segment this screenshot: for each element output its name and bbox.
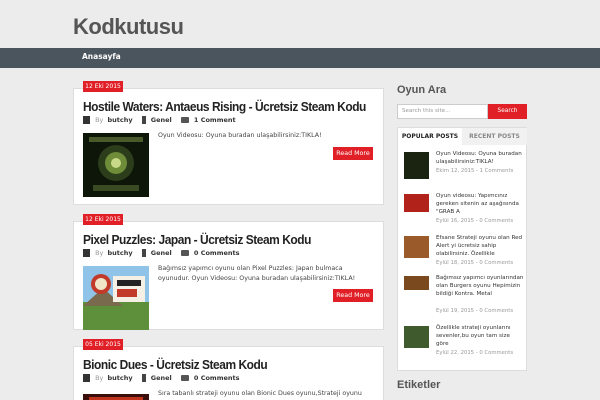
post-title[interactable]: Hostile Waters: Antaeus Rising - Ücretsi… (83, 99, 366, 114)
post-title[interactable]: Bionic Dues - Ücretsiz Steam Kodu (83, 357, 268, 372)
post-thumbnail[interactable] (83, 133, 149, 197)
by-label: By (95, 249, 104, 257)
popular-post-excerpt[interactable]: Özellikle strateji oyunlarını sevenler,b… (436, 324, 524, 348)
by-label: By (95, 116, 104, 124)
popular-post-thumbnail[interactable] (404, 276, 429, 290)
game-cover-image (83, 266, 149, 330)
nav-item-home[interactable]: Anasayfa (82, 52, 121, 61)
popular-post-thumbnail[interactable] (404, 152, 429, 179)
popular-post-item[interactable]: Özellikle strateji oyunlarını sevenler,b… (404, 324, 524, 364)
author-link[interactable]: butchy (107, 374, 132, 382)
popular-post-date: Eylül 18, 2015 - 0 Comments (436, 260, 514, 266)
post-excerpt: Bağımsız yapımcı oyunu olan Pixel Puzzle… (158, 265, 356, 282)
popular-post-date: Eylül 22, 2015 - 0 Comments (436, 350, 514, 356)
by-label: By (95, 374, 104, 382)
post-title[interactable]: Pixel Puzzles: Japan - Ücretsiz Steam Ko… (83, 232, 311, 247)
search-input[interactable]: Search this site... (397, 104, 488, 119)
category-icon (141, 116, 146, 124)
popular-post-excerpt[interactable]: Bağımsız yapımcı oyunlarından olan Burge… (436, 274, 524, 298)
site-header: Kodkutusu (0, 0, 600, 48)
category-link[interactable]: Genel (151, 374, 172, 382)
popular-post-item[interactable]: Oyun Videosu: Oyuna buradan ulaşabilirsi… (404, 150, 524, 190)
popular-post-thumbnail[interactable] (404, 236, 429, 258)
tab-popular-posts[interactable]: POPULAR POSTS (398, 128, 462, 145)
popular-post-thumbnail[interactable] (404, 194, 429, 212)
site-title[interactable]: Kodkutusu (73, 14, 184, 40)
popular-post-thumbnail[interactable] (404, 326, 429, 348)
category-icon (141, 374, 146, 382)
post-date-badge: 05 Eki 2015 (83, 339, 123, 350)
author-avatar-icon (83, 374, 90, 382)
author-link[interactable]: butchy (107, 249, 132, 257)
popular-post-date: Eylül 16, 2015 - 0 Comments (436, 218, 514, 224)
popular-post-excerpt[interactable]: Oyun videosu: Yapımcınız gereken sitenin… (436, 192, 524, 216)
main-nav: Anasayfa (0, 48, 600, 68)
post-card: 12 Eki 2015 Pixel Puzzles: Japan - Ücret… (73, 214, 384, 330)
popular-post-item[interactable]: Oyun videosu: Yapımcınız gereken sitenin… (404, 192, 524, 232)
popular-post-item[interactable]: Efsane Strateji oyunu olan Red Alert yi … (404, 234, 524, 274)
read-more-button[interactable]: Read More (333, 289, 373, 302)
post-meta: By butchy Genel 0 Comments (83, 249, 242, 258)
comment-icon (180, 250, 189, 256)
comments-link[interactable]: 0 Comments (194, 249, 240, 257)
category-link[interactable]: Genel (151, 116, 172, 124)
post-excerpt: Sıra tabanlı strateji oyunu olan Bionic … (158, 390, 362, 397)
category-icon (141, 249, 146, 257)
search-widget-title: Oyun Ara (397, 84, 447, 96)
comment-icon (180, 117, 189, 123)
tags-widget-title: Etiketler (397, 379, 441, 391)
post-excerpt: Oyun Videosu: Oyuna buradan ulaşabilirsi… (158, 132, 322, 139)
post-card: 12 Eki 2015 Hostile Waters: Antaeus Risi… (73, 81, 384, 205)
post-thumbnail[interactable] (83, 266, 149, 330)
comment-icon (180, 375, 189, 381)
popular-post-excerpt[interactable]: Oyun Videosu: Oyuna buradan ulaşabilirsi… (436, 150, 524, 166)
game-cover-image (83, 133, 149, 197)
read-more-button[interactable]: Read More (333, 147, 373, 160)
post-card: 05 Eki 2015 Bionic Dues - Ücretsiz Steam… (73, 339, 384, 400)
game-cover-image (83, 394, 149, 400)
search-button[interactable]: Search (488, 104, 527, 119)
author-avatar-icon (83, 249, 90, 257)
posts-tab-panel: POPULAR POSTS RECENT POSTS Oyun Videosu:… (397, 127, 527, 371)
popular-post-item[interactable]: Bağımsız yapımcı oyunlarından olan Burge… (404, 274, 524, 322)
popular-post-date: Ekim 12, 2015 - 1 Comments (436, 168, 514, 174)
author-link[interactable]: butchy (107, 116, 132, 124)
post-date-badge: 12 Eki 2015 (83, 81, 123, 92)
post-thumbnail[interactable] (83, 391, 149, 400)
comments-link[interactable]: 1 Comment (194, 116, 236, 124)
author-avatar-icon (83, 116, 90, 124)
post-meta: By butchy Genel 0 Comments (83, 374, 242, 383)
post-date-badge: 12 Eki 2015 (83, 214, 123, 225)
category-link[interactable]: Genel (151, 249, 172, 257)
post-meta: By butchy Genel 1 Comment (83, 116, 238, 125)
comments-link[interactable]: 0 Comments (194, 374, 240, 382)
tab-recent-posts[interactable]: RECENT POSTS (462, 128, 527, 145)
popular-post-date: Eylül 19, 2015 - 0 Comments (436, 308, 514, 314)
popular-post-excerpt[interactable]: Efsane Strateji oyunu olan Red Alert yi … (436, 234, 524, 258)
